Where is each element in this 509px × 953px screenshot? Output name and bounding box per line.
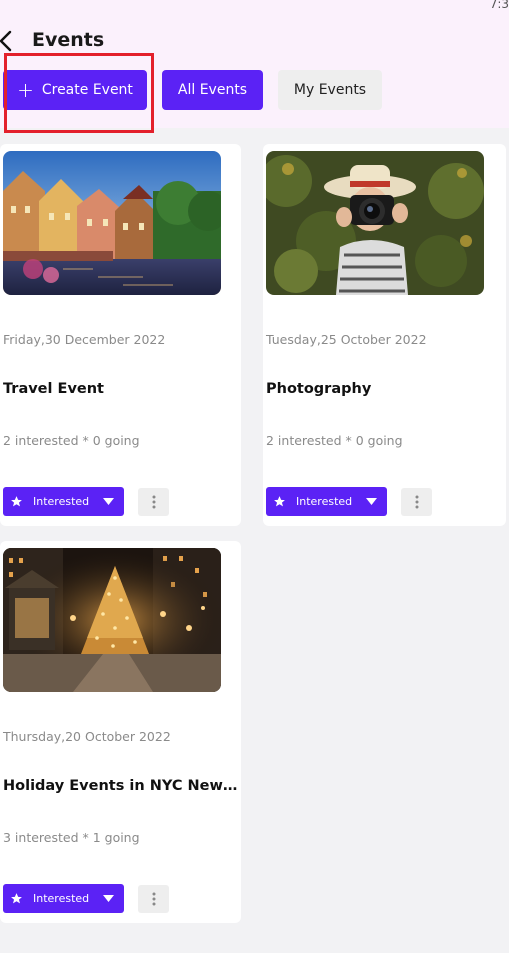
interested-label: Interested xyxy=(33,495,90,508)
star-icon xyxy=(11,496,22,507)
event-image-canal-town xyxy=(3,151,221,295)
more-options-button[interactable] xyxy=(138,488,169,516)
event-card[interactable]: Tuesday,25 October 2022 Photography 2 in… xyxy=(263,144,506,526)
event-image-photographer xyxy=(266,151,484,295)
interested-label: Interested xyxy=(33,892,90,905)
interested-button[interactable]: Interested xyxy=(266,487,387,516)
more-vertical-icon xyxy=(152,892,155,906)
event-card[interactable]: Friday,30 December 2022 Travel Event 2 i… xyxy=(0,144,241,526)
create-event-label: Create Event xyxy=(41,82,133,98)
app-header: 7:3 Events + Create Event All Events My … xyxy=(0,0,509,133)
event-image-christmas-tree xyxy=(3,548,221,692)
create-event-button[interactable]: + Create Event xyxy=(3,70,147,110)
event-date: Friday,30 December 2022 xyxy=(3,332,166,347)
caret-down-icon xyxy=(366,498,378,505)
my-events-tab[interactable]: My Events xyxy=(278,70,382,110)
event-title[interactable]: Holiday Events in NYC New York xyxy=(3,778,239,794)
all-events-label: All Events xyxy=(177,82,248,98)
caret-down-icon xyxy=(103,498,115,505)
event-stats: 3 interested * 1 going xyxy=(3,830,140,845)
my-events-label: My Events xyxy=(293,82,367,98)
plus-icon: + xyxy=(17,78,34,102)
more-options-button[interactable] xyxy=(401,488,432,516)
event-title[interactable]: Photography xyxy=(266,381,502,397)
event-card[interactable]: Thursday,20 October 2022 Holiday Events … xyxy=(0,541,241,923)
more-options-button[interactable] xyxy=(138,885,169,913)
page-title: Events xyxy=(32,29,105,51)
caret-down-icon xyxy=(103,895,115,902)
star-icon xyxy=(274,496,285,507)
more-vertical-icon xyxy=(415,495,418,509)
interested-label: Interested xyxy=(296,495,353,508)
interested-button[interactable]: Interested xyxy=(3,487,124,516)
event-stats: 2 interested * 0 going xyxy=(3,433,140,448)
status-time: 7:3 xyxy=(489,0,509,11)
more-vertical-icon xyxy=(152,495,155,509)
star-icon xyxy=(11,893,22,904)
interested-button[interactable]: Interested xyxy=(3,884,124,913)
event-date: Tuesday,25 October 2022 xyxy=(266,332,427,347)
all-events-tab[interactable]: All Events xyxy=(162,70,263,110)
event-title[interactable]: Travel Event xyxy=(3,381,239,397)
back-arrow-icon[interactable] xyxy=(0,30,14,52)
event-stats: 2 interested * 0 going xyxy=(266,433,403,448)
event-date: Thursday,20 October 2022 xyxy=(3,729,171,744)
